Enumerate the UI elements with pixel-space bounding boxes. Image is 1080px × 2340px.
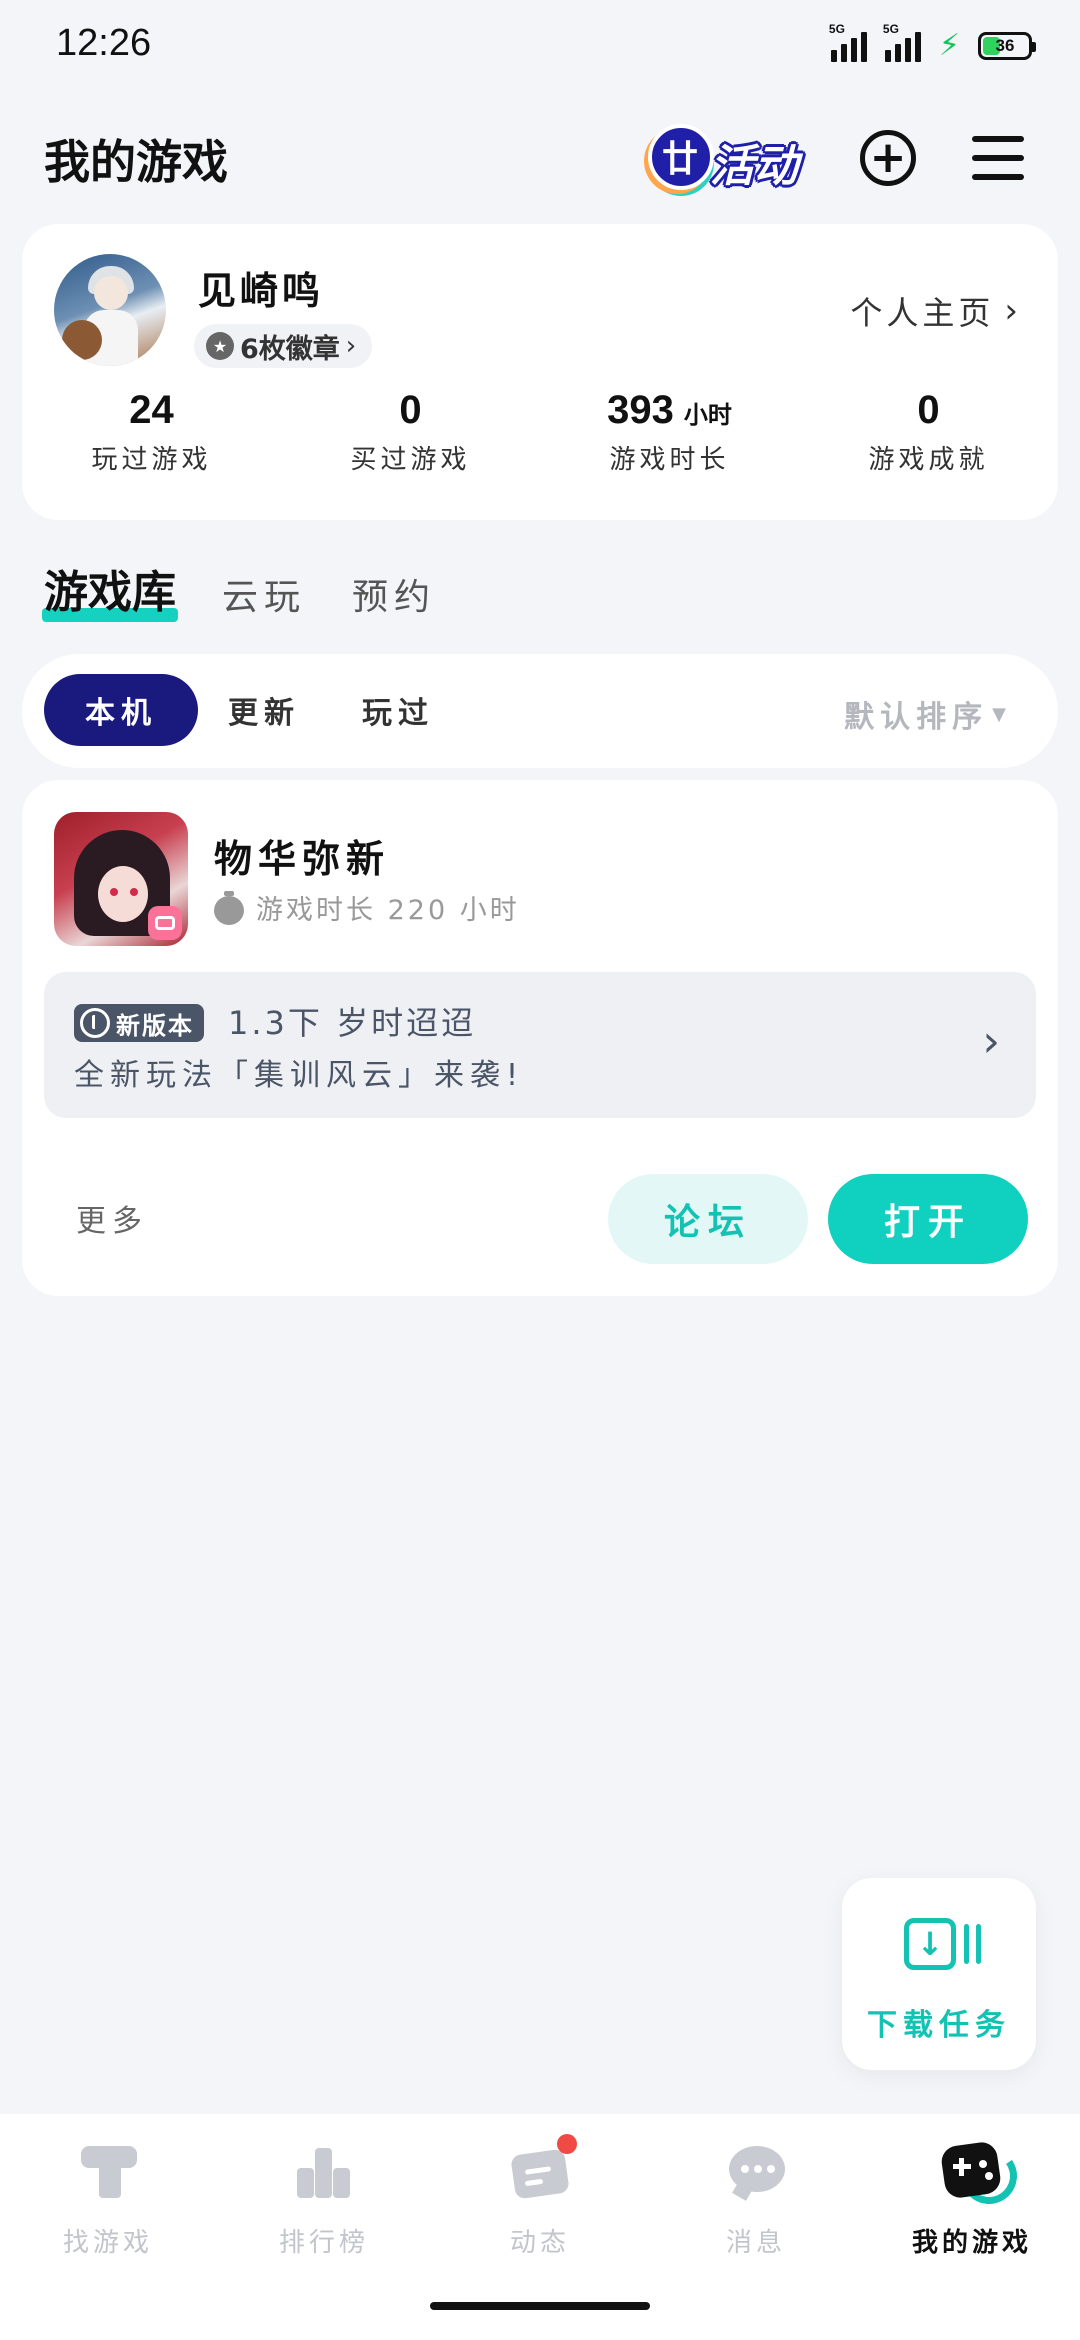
nav-feed[interactable]: 动态 xyxy=(432,2134,648,2259)
stat-played-games[interactable]: 24 玩过游戏 xyxy=(22,388,281,476)
medal-icon: ★ xyxy=(206,332,234,360)
signal-type-label: 5G xyxy=(828,21,845,36)
charging-icon: ⚡ xyxy=(938,28,960,63)
stats-row: 24 玩过游戏 0 买过游戏 393 小时 游戏时长 0 游戏成就 xyxy=(22,388,1058,476)
stat-unit: 小时 xyxy=(683,401,732,429)
filter-local[interactable]: 本机 xyxy=(44,674,198,746)
nav-find-games[interactable]: 找游戏 xyxy=(0,2140,216,2259)
status-icons: 5G 5G ⚡ 36 xyxy=(829,22,1036,63)
filter-updates[interactable]: 更新 xyxy=(214,674,314,746)
sort-label: 默认排序 xyxy=(844,700,989,735)
badges-button[interactable]: ★ 6枚徽章 › xyxy=(194,324,373,368)
new-version-label: 新版本 xyxy=(116,1011,194,1040)
nav-label: 排行榜 xyxy=(278,2228,369,2258)
playtime-text: 游戏时长 220 小时 xyxy=(256,895,520,926)
download-icon: ↓ xyxy=(904,1918,956,1970)
page-title: 我的游戏 xyxy=(44,135,228,189)
filter-bar: 本机 更新 玩过 默认排序 ▼ xyxy=(22,654,1058,768)
home-indicator[interactable] xyxy=(430,2302,650,2310)
signal-type-label: 5G xyxy=(882,21,899,36)
filter-played[interactable]: 玩过 xyxy=(348,674,448,746)
update-title: 1.3下 岁时迢迢 xyxy=(228,1004,477,1042)
stat-bought-games[interactable]: 0 买过游戏 xyxy=(281,388,540,476)
update-banner[interactable]: 新版本 1.3下 岁时迢迢 全新玩法「集训风云」来袭! › xyxy=(44,972,1036,1118)
avatar[interactable] xyxy=(54,254,166,366)
tab-reservations[interactable]: 预约 xyxy=(352,568,436,620)
activity-label: 活动 xyxy=(710,141,798,192)
badges-count: 6枚徽章 xyxy=(240,333,340,365)
stat-value: 24 xyxy=(129,388,174,432)
activity-glyph-icon: 廿 xyxy=(662,139,699,180)
nav-label: 我的游戏 xyxy=(911,2228,1032,2258)
forum-button[interactable]: 论坛 xyxy=(608,1174,808,1264)
stat-value: 393 xyxy=(607,388,674,432)
nav-ranking[interactable]: 排行榜 xyxy=(216,2140,432,2259)
nav-label: 找游戏 xyxy=(62,2228,153,2258)
download-tasks-button[interactable]: ↓ 下载任务 xyxy=(842,1878,1036,2070)
homepage-label: 个人主页 xyxy=(850,294,995,332)
homepage-link[interactable]: 个人主页 › xyxy=(850,288,1022,334)
stat-label: 游戏时长 xyxy=(609,445,730,475)
stat-play-time[interactable]: 393 小时 游戏时长 xyxy=(540,388,799,476)
feed-icon xyxy=(509,2134,577,2202)
game-playtime: 游戏时长 220 小时 xyxy=(214,888,520,927)
profile-card: 见崎鸣 ★ 6枚徽章 › 个人主页 › 24 玩过游戏 0 买过游戏 393 小时… xyxy=(22,224,1058,520)
ranking-icon xyxy=(293,2140,355,2202)
my-games-icon xyxy=(939,2140,1022,2209)
stat-value: 0 xyxy=(917,388,940,432)
stat-achievements[interactable]: 0 游戏成就 xyxy=(799,388,1058,476)
open-button[interactable]: 打开 xyxy=(828,1174,1028,1264)
library-tabs: 游戏库 云玩 预约 xyxy=(42,556,436,622)
update-description: 全新玩法「集训风云」来袭! xyxy=(74,1058,525,1093)
stat-label: 玩过游戏 xyxy=(91,445,212,475)
activity-button[interactable]: 廿 活动 xyxy=(640,116,816,202)
chevron-right-icon: › xyxy=(345,331,357,361)
notification-dot xyxy=(557,2134,577,2154)
battery-level: 36 xyxy=(995,35,1015,55)
sort-dropdown[interactable]: 默认排序 ▼ xyxy=(844,692,1012,736)
timer-icon xyxy=(214,890,244,925)
game-name: 物华弥新 xyxy=(214,837,391,881)
signal-icon: 5G xyxy=(829,22,867,62)
battery-icon: 36 xyxy=(978,31,1036,60)
download-bars-icon xyxy=(964,1924,982,1964)
add-icon[interactable]: + xyxy=(860,130,916,186)
refresh-icon xyxy=(80,1008,110,1038)
new-version-tag: 新版本 xyxy=(74,1004,204,1042)
download-label: 下载任务 xyxy=(867,2008,1011,2043)
chevron-right-icon: › xyxy=(982,1016,1000,1067)
menu-icon[interactable] xyxy=(972,136,1024,180)
nav-label: 消息 xyxy=(725,2228,786,2258)
message-icon xyxy=(725,2140,787,2202)
nav-my-games[interactable]: 我的游戏 xyxy=(864,2140,1080,2259)
stat-value: 0 xyxy=(399,388,422,432)
status-bar: 12:26 5G 5G ⚡ 36 xyxy=(0,0,1080,96)
nav-messages[interactable]: 消息 xyxy=(648,2140,864,2259)
nav-label: 动态 xyxy=(509,2228,570,2258)
game-card: 物华弥新 游戏时长 220 小时 新版本 1.3下 岁时迢迢 全新玩法「集训风云… xyxy=(22,780,1058,1296)
game-icon[interactable] xyxy=(54,812,188,946)
caret-down-icon: ▼ xyxy=(992,703,1012,725)
status-time: 12:26 xyxy=(56,22,152,64)
more-button[interactable]: 更多 xyxy=(76,1196,148,1240)
find-games-icon xyxy=(77,2140,139,2202)
chevron-right-icon: › xyxy=(1004,291,1022,331)
stat-label: 买过游戏 xyxy=(350,445,471,475)
signal-icon: 5G xyxy=(883,22,921,62)
tab-cloud-play[interactable]: 云玩 xyxy=(222,568,306,620)
username: 见崎鸣 xyxy=(198,269,325,313)
tab-game-library[interactable]: 游戏库 xyxy=(42,556,178,622)
stat-label: 游戏成就 xyxy=(868,445,989,475)
bilibili-tv-icon xyxy=(148,906,182,940)
